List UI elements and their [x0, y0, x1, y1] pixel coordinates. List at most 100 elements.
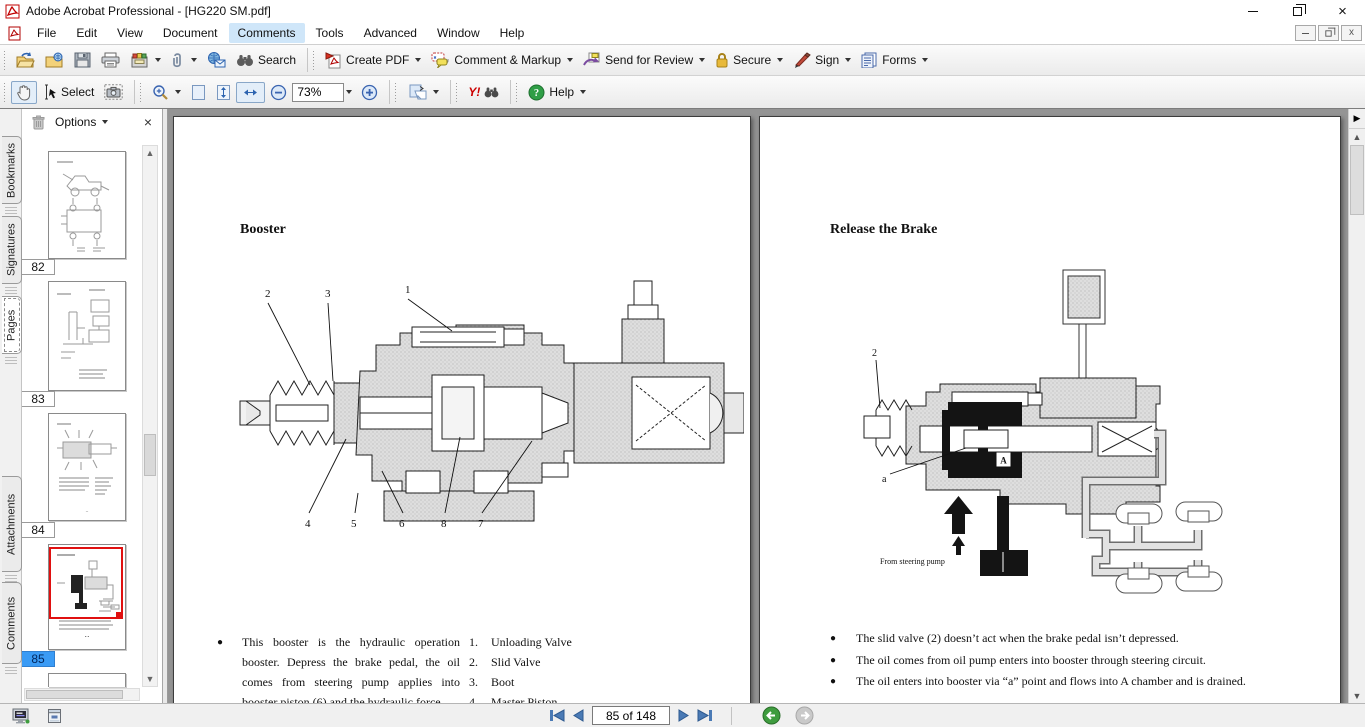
toolbar-grip[interactable]: [454, 82, 459, 102]
next-page-button[interactable]: [677, 708, 690, 723]
menu-tools[interactable]: Tools: [307, 23, 353, 43]
window-minimize-button[interactable]: [1230, 0, 1275, 22]
first-page-button[interactable]: [548, 708, 565, 723]
zoom-in-button[interactable]: [356, 81, 383, 104]
open-web-button[interactable]: [40, 49, 69, 71]
send-for-review-button[interactable]: Send for Review: [578, 49, 710, 71]
email-button[interactable]: [202, 49, 231, 71]
page-number-83[interactable]: 83: [22, 391, 55, 407]
menu-file[interactable]: File: [28, 23, 65, 43]
page-thumbnail-84[interactable]: ..: [48, 413, 126, 521]
options-menu-button[interactable]: Options: [55, 115, 108, 129]
page-number-input[interactable]: [592, 706, 670, 725]
snapshot-tool-button[interactable]: [99, 81, 128, 103]
open-button[interactable]: [11, 49, 40, 71]
scrollbar-thumb[interactable]: [1350, 145, 1364, 215]
secure-button[interactable]: Secure: [710, 49, 788, 71]
previous-page-button[interactable]: [572, 708, 585, 723]
sidebar-tab-signatures[interactable]: Signatures: [2, 216, 22, 284]
zoom-level-input[interactable]: [292, 83, 344, 102]
last-page-button[interactable]: [697, 708, 714, 723]
menu-help[interactable]: Help: [491, 23, 534, 43]
sidebar-tab-comments[interactable]: Comments: [2, 582, 22, 664]
thumbnails-horizontal-scrollbar[interactable]: [24, 688, 140, 701]
menu-window[interactable]: Window: [428, 23, 489, 43]
comment-markup-button[interactable]: Comment & Markup: [426, 49, 578, 71]
document-vertical-scrollbar[interactable]: ▶ ▲ ▼: [1348, 109, 1365, 703]
organizer-button[interactable]: [125, 49, 166, 71]
select-tool-button[interactable]: Select: [37, 81, 99, 103]
menu-edit[interactable]: Edit: [67, 23, 106, 43]
document-area[interactable]: Booster: [168, 109, 1365, 703]
toolbar-grip[interactable]: [2, 82, 7, 102]
thumbnail-sketch: [49, 282, 125, 390]
menu-view[interactable]: View: [108, 23, 152, 43]
panel-close-button[interactable]: ×: [144, 114, 152, 130]
file-toolbar: Search Create PDF: [0, 45, 1365, 76]
pen-icon: [793, 52, 811, 68]
toolbar-grip[interactable]: [311, 50, 316, 70]
document-close-button[interactable]: x: [1341, 25, 1362, 41]
page-display-button[interactable]: [402, 80, 444, 104]
document-minimize-button[interactable]: [1295, 25, 1316, 41]
page-number-85[interactable]: 85: [22, 651, 55, 667]
thumbnails-vertical-scrollbar[interactable]: ▲ ▼: [142, 145, 158, 687]
document-restore-button[interactable]: [1318, 25, 1339, 41]
thumbnail-viewport-indicator[interactable]: [49, 547, 123, 619]
scroll-down-icon[interactable]: ▼: [1349, 688, 1365, 703]
scrollbar-thumb[interactable]: [144, 434, 156, 476]
fit-width-button[interactable]: [236, 82, 265, 103]
sign-button[interactable]: Sign: [788, 49, 856, 71]
previous-view-button[interactable]: [762, 706, 781, 725]
sidebar-tab-bookmarks[interactable]: Bookmarks: [2, 136, 22, 204]
pdf-page-85-right[interactable]: Release the Brake: [759, 116, 1341, 703]
toolbar-grip[interactable]: [2, 50, 7, 70]
attach-button[interactable]: [166, 49, 202, 72]
page-thumbnail-86-partial[interactable]: [48, 673, 126, 687]
zoom-dropdown-caret-icon[interactable]: [346, 90, 352, 94]
create-pdf-button[interactable]: Create PDF: [320, 49, 426, 72]
menu-advanced[interactable]: Advanced: [355, 23, 426, 43]
pdf-page-85-left[interactable]: Booster: [173, 116, 751, 703]
callout-8: 8: [441, 518, 447, 530]
zoom-tool-button[interactable]: [147, 81, 186, 104]
scroll-down-icon[interactable]: ▼: [143, 672, 157, 686]
menu-document[interactable]: Document: [154, 23, 227, 43]
page-thumbnail-85[interactable]: ..: [48, 544, 126, 650]
trash-icon[interactable]: [32, 115, 45, 130]
scroll-up-icon[interactable]: ▲: [143, 146, 157, 160]
hand-tool-button[interactable]: [11, 81, 37, 104]
toolbar-grip[interactable]: [138, 82, 143, 102]
note-line: ●The oil enters into booster via “a” poi…: [830, 671, 1246, 693]
forms-button[interactable]: Forms: [856, 49, 933, 71]
scrollbar-thumb[interactable]: [26, 690, 123, 699]
help-button[interactable]: ? Help: [523, 81, 591, 104]
title-bar: Adobe Acrobat Professional - [HG220 SM.p…: [0, 0, 1365, 22]
callout-2: 2: [265, 288, 271, 300]
toolbar-grip[interactable]: [514, 82, 519, 102]
next-view-button[interactable]: [795, 706, 814, 725]
save-button[interactable]: [69, 49, 96, 71]
page-thumbnail-82[interactable]: [48, 151, 126, 259]
sidebar-tab-pages[interactable]: Pages: [2, 296, 22, 354]
show-panel-arrow-button[interactable]: ▶: [1349, 109, 1365, 129]
close-icon: x: [1349, 28, 1354, 38]
fit-height-button[interactable]: [211, 81, 236, 104]
fullscreen-view-icon[interactable]: [12, 708, 30, 724]
fit-page-button[interactable]: [186, 81, 211, 104]
page-number-84[interactable]: 84: [22, 522, 55, 538]
menu-comments[interactable]: Comments: [229, 23, 305, 43]
zoom-out-button[interactable]: [265, 81, 292, 104]
yahoo-search-button[interactable]: Y!: [463, 82, 504, 102]
page-number-82[interactable]: 82: [22, 259, 55, 275]
window-close-button[interactable]: ×: [1320, 0, 1365, 22]
page-thumbnail-83[interactable]: [48, 281, 126, 391]
sidebar-tab-attachments[interactable]: Attachments: [2, 476, 22, 572]
search-button[interactable]: Search: [231, 50, 301, 70]
print-button[interactable]: [96, 49, 125, 71]
page-layout-icon[interactable]: [47, 708, 62, 724]
scroll-up-icon[interactable]: ▲: [1349, 129, 1365, 144]
viewport-resize-handle[interactable]: [116, 612, 123, 619]
window-restore-button[interactable]: [1275, 0, 1320, 22]
toolbar-grip[interactable]: [393, 82, 398, 102]
